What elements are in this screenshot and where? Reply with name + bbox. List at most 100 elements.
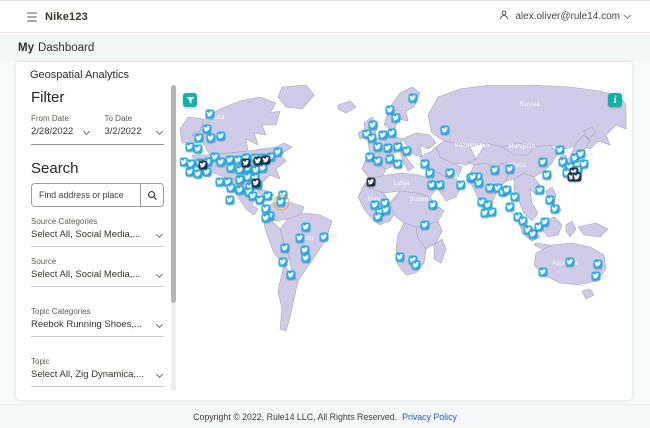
tweet-marker[interactable] xyxy=(263,191,273,201)
tweet-marker[interactable] xyxy=(280,243,290,253)
chevron-down-icon xyxy=(155,270,164,279)
tweet-marker[interactable] xyxy=(205,109,215,119)
tweet-marker[interactable] xyxy=(420,159,430,169)
tweet-marker[interactable] xyxy=(550,204,560,214)
tweet-marker[interactable] xyxy=(505,202,515,212)
tweet-marker[interactable] xyxy=(576,149,586,159)
tweet-marker[interactable] xyxy=(565,257,575,267)
tweet-marker[interactable] xyxy=(411,260,421,270)
tweet-marker[interactable] xyxy=(518,216,528,226)
divider xyxy=(31,286,164,287)
tweet-marker[interactable] xyxy=(555,145,565,155)
tweet-marker[interactable] xyxy=(226,163,236,173)
chevron-down-icon xyxy=(82,127,90,136)
tweet-marker[interactable] xyxy=(505,164,515,174)
tweet-marker[interactable] xyxy=(440,125,450,135)
tweet-marker[interactable] xyxy=(542,170,552,180)
tweet-marker[interactable] xyxy=(194,133,204,143)
tweet-marker[interactable] xyxy=(273,147,283,157)
tweet-marker[interactable] xyxy=(286,270,296,280)
tweet-marker[interactable] xyxy=(206,133,216,143)
map-filter-button[interactable] xyxy=(183,93,197,107)
scrollbar-thumb[interactable] xyxy=(171,85,176,303)
tweet-marker[interactable] xyxy=(373,142,383,152)
source-categories-select[interactable]: Source Categories Select All, Social Med… xyxy=(31,217,164,247)
tweet-marker[interactable] xyxy=(373,212,383,222)
tweet-marker[interactable] xyxy=(198,160,208,170)
tweet-marker[interactable] xyxy=(225,195,235,205)
page-footer: Copyright © 2022, Rule14 LLC, All Rights… xyxy=(0,404,650,428)
tweet-marker[interactable] xyxy=(381,205,391,215)
source-select[interactable]: Source Select All, Social Media,... xyxy=(31,257,164,287)
tweet-marker[interactable] xyxy=(368,120,378,130)
tweet-marker[interactable] xyxy=(387,128,397,138)
topic-categories-select[interactable]: Topic Categories Reebok Running Shoes,..… xyxy=(31,307,164,337)
topic-select[interactable]: Topic Select All, Zig Dynamica,... xyxy=(31,357,164,387)
tweet-marker[interactable] xyxy=(278,257,288,267)
tweet-marker[interactable] xyxy=(425,168,435,178)
tweet-marker[interactable] xyxy=(393,142,403,152)
tweet-marker[interactable] xyxy=(215,177,225,187)
tweet-marker[interactable] xyxy=(193,144,203,154)
tweet-marker[interactable] xyxy=(538,157,548,167)
tweet-marker[interactable] xyxy=(490,165,500,175)
tweet-marker[interactable] xyxy=(216,131,226,141)
tweet-marker[interactable] xyxy=(301,222,311,232)
search-input[interactable] xyxy=(32,184,140,206)
tweet-marker[interactable] xyxy=(538,267,548,277)
sidebar-scrollbar[interactable] xyxy=(171,85,176,391)
tweet-marker[interactable] xyxy=(216,157,226,167)
chevron-down-icon xyxy=(155,127,164,136)
tweet-marker[interactable] xyxy=(579,159,589,169)
tweet-marker[interactable] xyxy=(235,185,245,195)
tweet-marker[interactable] xyxy=(395,252,405,262)
privacy-policy-link[interactable]: Privacy Policy xyxy=(402,412,457,422)
tweet-marker[interactable] xyxy=(445,168,455,178)
chevron-down-icon xyxy=(155,320,164,329)
tweet-marker[interactable] xyxy=(383,143,393,153)
from-date-label: From Date xyxy=(31,114,69,123)
tweet-marker[interactable] xyxy=(456,180,466,190)
tweet-marker[interactable] xyxy=(540,217,550,227)
tweet-marker[interactable] xyxy=(235,175,245,185)
tweet-marker[interactable] xyxy=(420,220,430,230)
tweet-marker[interactable] xyxy=(241,158,251,168)
tweet-marker[interactable] xyxy=(251,178,261,188)
tweet-marker[interactable] xyxy=(373,156,383,166)
tweet-marker[interactable] xyxy=(593,259,603,269)
map-info-button[interactable]: i xyxy=(608,93,622,107)
tweet-marker[interactable] xyxy=(391,113,401,123)
tweet-marker[interactable] xyxy=(378,130,388,140)
filter-heading: Filter xyxy=(31,89,65,106)
user-menu[interactable]: alex.oliver@rule14.com xyxy=(498,8,632,26)
from-date-select[interactable]: 2/28/2022 xyxy=(31,126,91,137)
tweet-marker[interactable] xyxy=(193,169,203,179)
hamburger-menu-icon[interactable] xyxy=(27,11,37,22)
tweet-marker[interactable] xyxy=(319,232,329,242)
tweet-marker[interactable] xyxy=(393,159,403,169)
tweet-marker[interactable] xyxy=(226,183,236,193)
tweet-marker[interactable] xyxy=(535,185,545,195)
tweet-marker[interactable] xyxy=(402,146,412,156)
search-button[interactable] xyxy=(140,184,163,206)
tweet-marker[interactable] xyxy=(366,177,376,187)
breadcrumb-bold: My xyxy=(18,42,34,54)
tweet-marker[interactable] xyxy=(510,192,520,202)
tweet-marker[interactable] xyxy=(591,271,601,281)
tweet-marker[interactable] xyxy=(435,180,445,190)
tweet-marker[interactable] xyxy=(545,195,555,205)
tweet-marker[interactable] xyxy=(572,172,582,182)
tweet-marker[interactable] xyxy=(261,213,271,223)
tweet-marker[interactable] xyxy=(408,93,418,103)
tweet-marker[interactable] xyxy=(202,124,212,134)
to-date-select[interactable]: 3/2/2022 xyxy=(105,126,165,137)
world-map[interactable]: CanadaRussiaKazakhstanMongoliaChinaIranL… xyxy=(180,85,628,397)
tweet-marker[interactable] xyxy=(428,200,438,210)
tweet-marker[interactable] xyxy=(480,208,490,218)
tweet-marker[interactable] xyxy=(273,194,289,210)
tweet-marker[interactable] xyxy=(474,178,484,188)
tweet-marker[interactable] xyxy=(295,233,305,243)
tweet-marker[interactable] xyxy=(301,253,311,263)
tweet-marker[interactable] xyxy=(261,155,271,165)
tweet-marker[interactable] xyxy=(367,133,377,143)
